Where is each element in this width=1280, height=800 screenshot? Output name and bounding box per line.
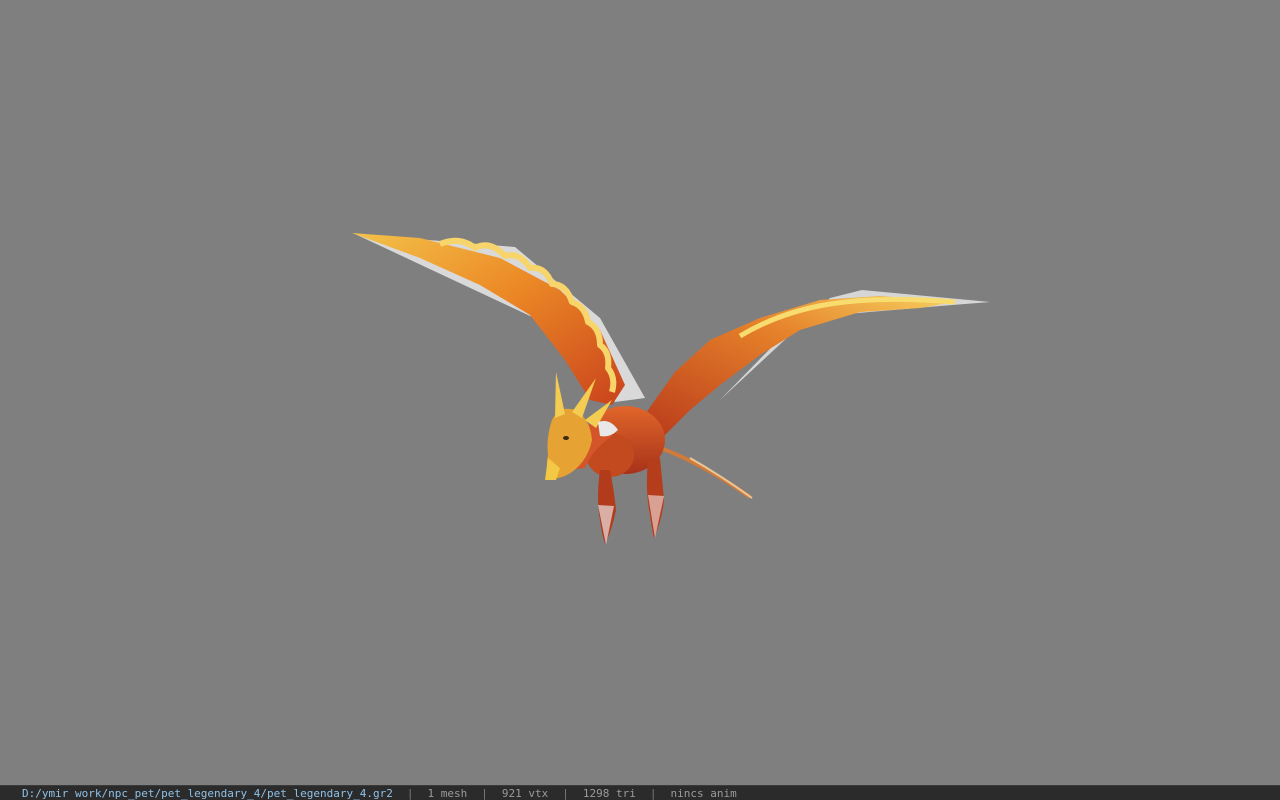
- anim-status: nincs anim: [670, 786, 737, 800]
- eye: [563, 436, 569, 440]
- phoenix-model[interactable]: [0, 0, 1280, 785]
- separator: |: [562, 786, 569, 800]
- tail-tip: [689, 457, 753, 499]
- separator: |: [481, 786, 488, 800]
- triangle-count: 1298 tri: [582, 786, 636, 800]
- file-path: D:/ymir work/npc_pet/pet_legendary_4/pet…: [22, 786, 393, 800]
- vertex-count: 921 vtx: [501, 786, 549, 800]
- left-wing: [352, 233, 625, 405]
- separator: |: [649, 786, 657, 800]
- mesh-count: 1 mesh: [427, 786, 468, 800]
- status-bar: D:/ymir work/npc_pet/pet_legendary_4/pet…: [0, 785, 1280, 800]
- model-viewport[interactable]: [0, 0, 1280, 785]
- right-wing: [640, 296, 955, 440]
- separator: |: [406, 786, 414, 800]
- tail: [659, 446, 752, 499]
